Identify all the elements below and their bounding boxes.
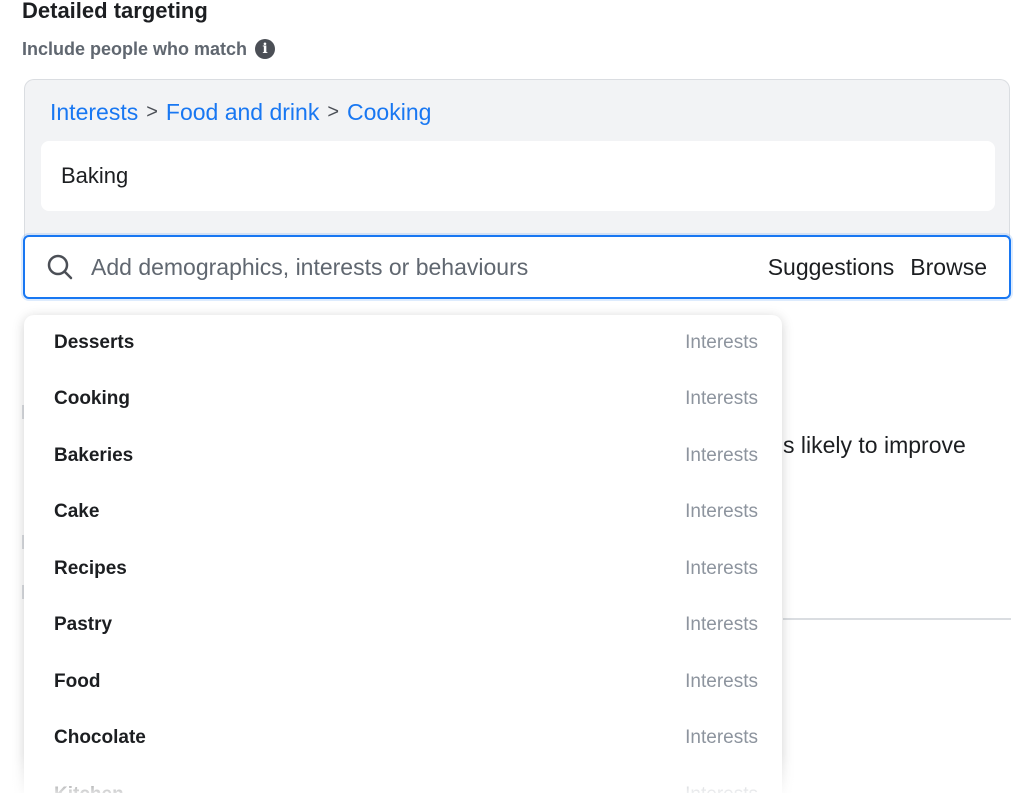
dropdown-item-type: Interests <box>685 445 758 466</box>
dropdown-item-type: Interests <box>685 727 758 748</box>
dropdown-item-type: Interests <box>685 614 758 635</box>
dropdown-item-type: Interests <box>685 501 758 522</box>
dropdown-item-name: Chocolate <box>54 727 146 748</box>
background-divider <box>783 618 1011 620</box>
dropdown-item-pastry[interactable]: Pastry Interests <box>24 597 782 653</box>
search-icon <box>45 252 75 282</box>
dropdown-item-type: Interests <box>685 671 758 692</box>
dropdown-item-type: Interests <box>685 388 758 409</box>
subtitle-label: Include people who match <box>22 39 248 59</box>
section-subtitle: Include people who match i <box>22 37 276 61</box>
dropdown-item-name: Desserts <box>54 332 135 353</box>
dropdown-item-chocolate[interactable]: Chocolate Interests <box>24 710 782 766</box>
dropdown-item-type: Interests <box>685 784 758 793</box>
dropdown-item-recipes[interactable]: Recipes Interests <box>24 541 782 597</box>
dropdown-item-kitchen[interactable]: Kitchen Interests <box>24 767 782 793</box>
selected-interest-baking[interactable]: Baking <box>41 141 995 211</box>
dropdown-item-name: Food <box>54 671 101 692</box>
dropdown-item-type: Interests <box>685 558 758 579</box>
dropdown-item-name: Pastry <box>54 614 113 635</box>
info-icon[interactable]: i <box>255 39 276 59</box>
dropdown-item-type: Interests <box>685 332 758 353</box>
dropdown-item-desserts[interactable]: Desserts Interests <box>24 315 782 371</box>
dropdown-item-name: Cooking <box>54 388 130 409</box>
dropdown-item-name: Bakeries <box>54 445 134 466</box>
dropdown-item-cake[interactable]: Cake Interests <box>24 484 782 540</box>
dropdown-item-cooking[interactable]: Cooking Interests <box>24 371 782 427</box>
detailed-targeting-page: Detailed targeting Include people who ma… <box>0 0 1024 793</box>
dropdown-item-name: Recipes <box>54 558 127 579</box>
dropdown-item-food[interactable]: Food Interests <box>24 654 782 710</box>
dropdown-item-bakeries[interactable]: Bakeries Interests <box>24 428 782 484</box>
suggestions-dropdown: Desserts Interests Cooking Interests Bak… <box>24 315 782 793</box>
targeting-search-input[interactable] <box>91 253 768 281</box>
browse-button[interactable]: Browse <box>910 254 987 281</box>
breadcrumb-separator: > <box>146 101 158 123</box>
breadcrumb-food-and-drink[interactable]: Food and drink <box>166 96 319 128</box>
dropdown-item-name: Cake <box>54 501 100 522</box>
breadcrumb-interests[interactable]: Interests <box>50 96 138 128</box>
background-text: s likely to improve <box>783 432 966 458</box>
breadcrumb: Interests > Food and drink > Cooking <box>50 96 431 128</box>
targeting-selection-panel: Interests > Food and drink > Cooking Bak… <box>24 79 1010 239</box>
dropdown-item-name: Kitchen <box>54 784 124 793</box>
breadcrumb-separator: > <box>327 101 340 123</box>
section-title: Detailed targeting <box>22 0 208 23</box>
breadcrumb-cooking[interactable]: Cooking <box>347 96 431 128</box>
targeting-search-bar: Suggestions Browse <box>23 235 1011 299</box>
suggestions-button[interactable]: Suggestions <box>768 254 895 281</box>
